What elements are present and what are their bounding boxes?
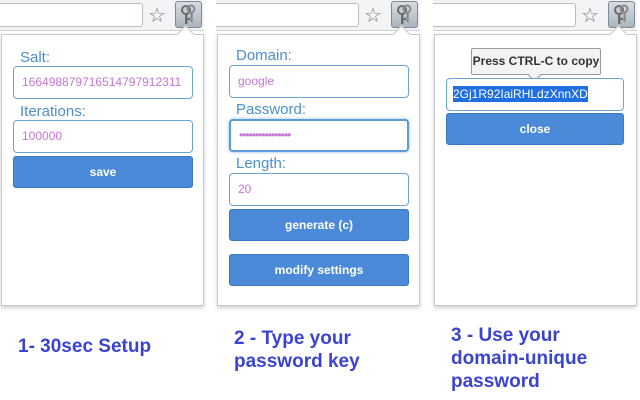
selected-password-text: 2Gj1R92IaiRHLdzXnnXD: [453, 86, 588, 102]
browser-toolbar: ☆: [0, 0, 204, 31]
password-input[interactable]: ••••••••••••••••: [229, 119, 409, 152]
iterations-input[interactable]: 100000: [13, 120, 193, 153]
caption-line: 3 - Use your: [451, 325, 560, 346]
domain-label: Domain:: [236, 47, 292, 64]
browser-toolbar: ☆: [433, 0, 637, 31]
caption-step-3: 3 - Use your domain-unique password: [451, 324, 587, 393]
length-input[interactable]: 20: [229, 173, 409, 206]
caption-line: password: [451, 371, 540, 392]
copy-tooltip: Press CTRL-C to copy: [471, 48, 601, 75]
length-label: Length:: [236, 155, 287, 172]
modify-settings-button[interactable]: modify settings: [229, 254, 409, 286]
star-icon[interactable]: ☆: [146, 4, 168, 26]
iterations-label: Iterations:: [20, 103, 86, 120]
generated-password-field[interactable]: 2Gj1R92IaiRHLdzXnnXD: [446, 78, 624, 111]
save-button[interactable]: save: [13, 156, 193, 188]
panel-setup: ☆ Salt: 166498879716514797912311 Iterati…: [0, 0, 204, 306]
panel-generate: ☆ Domain: google Password: •••••••••••••…: [216, 0, 420, 306]
salt-input[interactable]: 166498879716514797912311: [13, 66, 193, 99]
extension-button[interactable]: [175, 1, 202, 28]
close-button[interactable]: close: [446, 113, 624, 145]
star-icon[interactable]: ☆: [579, 4, 601, 26]
caption-text: 1- 30sec Setup: [18, 336, 152, 357]
extension-popup: Domain: google Password: •••••••••••••••…: [217, 34, 420, 306]
star-icon[interactable]: ☆: [362, 4, 384, 26]
caption-line: domain-unique: [451, 348, 588, 369]
password-label: Password:: [236, 101, 307, 118]
caption-step-2: 2 - Type your password key: [234, 327, 360, 373]
generate-button[interactable]: generate (c): [229, 209, 409, 241]
domain-input[interactable]: google: [229, 65, 409, 98]
extension-button[interactable]: [391, 1, 418, 28]
caption-step-1: 1- 30sec Setup: [18, 335, 151, 358]
keys-icon: [397, 4, 412, 24]
extension-button[interactable]: [608, 1, 635, 28]
address-bar[interactable]: [216, 3, 359, 27]
keys-icon: [614, 4, 629, 24]
extension-popup: Salt: 166498879716514797912311 Iteration…: [1, 34, 204, 306]
caption-line: password key: [234, 351, 360, 372]
keys-icon: [181, 4, 196, 24]
address-bar[interactable]: [0, 3, 143, 27]
panel-result: ☆ Press CTRL-C to copy 2Gj1R92IaiRHLdzXn…: [433, 0, 637, 306]
address-bar[interactable]: [433, 3, 576, 27]
salt-label: Salt:: [20, 49, 51, 66]
extension-popup: Press CTRL-C to copy 2Gj1R92IaiRHLdzXnnX…: [434, 34, 637, 306]
caption-line: 2 - Type your: [234, 328, 351, 349]
browser-toolbar: ☆: [216, 0, 420, 31]
